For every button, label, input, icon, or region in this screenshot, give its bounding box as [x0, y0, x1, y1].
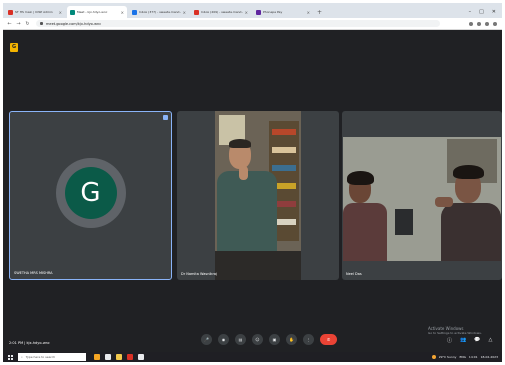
date[interactable]: 18-02-2023	[481, 355, 498, 359]
lock-icon	[40, 22, 43, 25]
people-icon[interactable]: 👥	[460, 337, 466, 344]
taskbar-app-icon[interactable]	[127, 354, 133, 360]
tab-favicon-icon	[194, 9, 199, 15]
call-controls: 🎤 ◉ ▤ ☺ ▣ ✋ ⋮ ✆	[201, 334, 337, 345]
browser-tab-active[interactable]: Meet - kjx-hdyo-wnc ×	[67, 6, 127, 18]
extensions	[469, 21, 502, 26]
close-tab-icon[interactable]: ×	[245, 10, 248, 15]
windows-start-icon[interactable]	[8, 354, 13, 360]
extension-icon[interactable]	[469, 21, 473, 26]
clock[interactable]: 14:01	[469, 355, 478, 359]
tab-favicon-icon	[70, 9, 75, 15]
tab-label: Meet - kjx-hdyo-wnc	[77, 10, 108, 14]
screen: ST HS main | IOSP Admin × Meet - kjx-hdy…	[3, 3, 502, 362]
url-input[interactable]: meet.google.com/kjx-hdyo-wnc	[36, 20, 440, 27]
meeting-time-code: 2:01 PM | kjx-hdyo-wnc	[9, 341, 50, 345]
close-tab-icon[interactable]: ×	[183, 10, 186, 15]
participant-video	[343, 137, 501, 261]
taskbar-app-icon[interactable]	[105, 354, 111, 360]
participant-name: Dr Namita Wasnikraj	[181, 272, 217, 276]
window-controls: – □ ✕	[469, 6, 502, 18]
more-options-icon[interactable]: ⋮	[303, 334, 314, 345]
camera-icon[interactable]: ◉	[218, 334, 229, 345]
participant-tile[interactable]: G SWETHA MRS MISHRA	[9, 111, 172, 280]
tab-favicon-icon	[132, 9, 137, 15]
participant-tile[interactable]: Dr Namita Wasnikraj	[177, 111, 339, 280]
emoji-icon[interactable]: ☺	[252, 334, 263, 345]
maximize-icon[interactable]: □	[479, 9, 484, 15]
forward-icon[interactable]: →	[16, 21, 21, 27]
taskbar-app-icon[interactable]	[94, 354, 100, 360]
side-panel-controls: ⓘ 👥 💬 △	[447, 337, 492, 344]
back-icon[interactable]: ←	[7, 21, 12, 27]
close-tab-icon[interactable]: ×	[307, 10, 310, 15]
weather-icon	[431, 355, 436, 359]
url-text: meet.google.com/kjx-hdyo-wnc	[46, 21, 102, 26]
taskbar-app-icon[interactable]	[116, 354, 122, 360]
taskbar-app-icon[interactable]	[138, 354, 144, 360]
end-call-button[interactable]: ✆	[320, 334, 337, 345]
new-tab-button[interactable]: +	[317, 6, 322, 18]
tab-favicon-icon	[8, 9, 13, 15]
extension-icon[interactable]	[485, 21, 489, 26]
mic-icon[interactable]: 🎤	[201, 334, 212, 345]
chat-icon[interactable]: 💬	[474, 337, 480, 344]
minimize-icon[interactable]: –	[469, 9, 472, 15]
raise-hand-icon[interactable]: ✋	[286, 334, 297, 345]
activate-windows-subtitle: Go to Settings to activate Windows.	[428, 331, 482, 335]
browser-tab[interactable]: Inbox (377) - sweeta.mand... ×	[129, 6, 189, 18]
avatar: G	[64, 166, 117, 219]
participant-name: SWETHA MRS MISHRA	[14, 271, 53, 275]
tab-favicon-icon	[256, 9, 261, 15]
windows-taskbar: ⌕ Type here to search 29°C Sunny ENG 14:…	[3, 352, 502, 362]
weather-text[interactable]: 29°C Sunny	[439, 355, 457, 359]
extension-icon[interactable]	[477, 21, 481, 26]
reload-icon[interactable]: ↻	[25, 21, 30, 27]
participant-name: Neel Das	[346, 272, 362, 276]
captions-icon[interactable]: ▤	[235, 334, 246, 345]
pin-icon[interactable]	[163, 115, 168, 120]
present-icon[interactable]: ▣	[269, 334, 280, 345]
system-tray: 29°C Sunny ENG 14:01 18-02-2023	[431, 355, 502, 359]
meet-logo: G	[10, 43, 18, 52]
participant-tile[interactable]: Neel Das	[342, 111, 502, 280]
language-indicator[interactable]: ENG	[459, 355, 465, 359]
participant-video	[215, 111, 301, 280]
activities-icon[interactable]: △	[488, 337, 492, 344]
tab-label: Inbox (209) - sweeta.mand...	[201, 10, 243, 14]
browser-tab[interactable]: Inbox (209) - sweeta.mand... ×	[191, 6, 251, 18]
activate-windows-watermark: Activate Windows Go to Settings to activ…	[428, 326, 482, 336]
browser-tab[interactable]: Phonepe Pay ×	[253, 6, 313, 18]
tab-label: Inbox (377) - sweeta.mand...	[139, 10, 181, 14]
info-icon[interactable]: ⓘ	[447, 337, 452, 344]
tab-label: ST HS main | IOSP Admin	[15, 10, 53, 14]
search-icon: ⌕	[21, 355, 23, 359]
profile-icon[interactable]	[493, 21, 497, 26]
close-tab-icon[interactable]: ×	[121, 10, 124, 15]
search-placeholder: Type here to search	[25, 355, 56, 359]
browser-tab[interactable]: ST HS main | IOSP Admin ×	[5, 6, 65, 18]
taskbar-apps	[94, 354, 144, 360]
close-icon[interactable]: ✕	[492, 9, 496, 15]
taskbar-search-input[interactable]: ⌕ Type here to search	[18, 353, 86, 361]
browser-tab-strip: ST HS main | IOSP Admin × Meet - kjx-hdy…	[3, 3, 502, 18]
tab-label: Phonepe Pay	[263, 10, 283, 14]
close-tab-icon[interactable]: ×	[59, 10, 62, 15]
address-bar: ← → ↻ meet.google.com/kjx-hdyo-wnc	[3, 18, 502, 30]
